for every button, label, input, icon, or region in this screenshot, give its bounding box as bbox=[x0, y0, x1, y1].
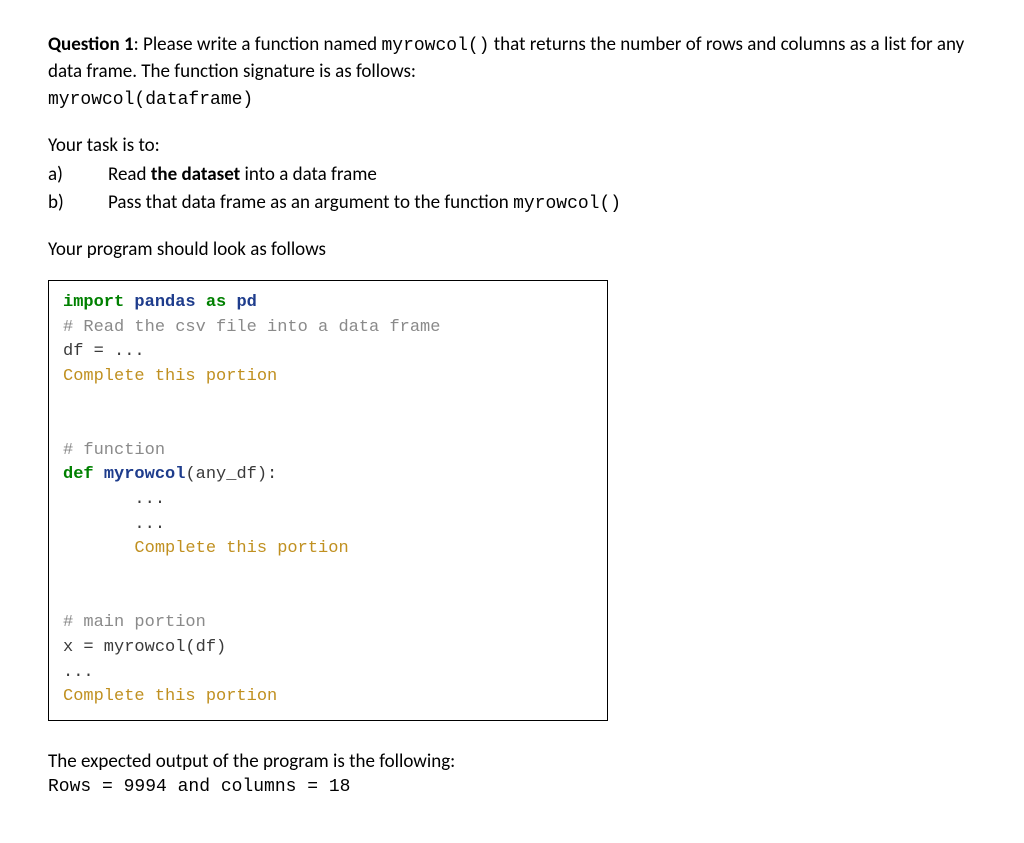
task-section: Your task is to: a) Read the dataset int… bbox=[48, 133, 976, 217]
task-item-a: a) Read the dataset into a data frame bbox=[48, 162, 976, 189]
question-label: Question 1 bbox=[48, 33, 134, 56]
task-item-b: b) Pass that data frame as an argument t… bbox=[48, 190, 976, 217]
task-label-a: a) bbox=[48, 162, 108, 189]
task-heading: Your task is to: bbox=[48, 133, 976, 160]
expected-section: The expected output of the program is th… bbox=[48, 749, 976, 801]
question-intro: Question 1: Please write a function name… bbox=[48, 32, 976, 113]
expected-output: Rows = 9994 and columns = 18 bbox=[48, 775, 976, 800]
question-intro-part1: : Please write a function named bbox=[134, 33, 382, 56]
task-list: a) Read the dataset into a data frame b)… bbox=[48, 162, 976, 218]
follows-line: Your program should look as follows bbox=[48, 237, 976, 264]
expected-intro: The expected output of the program is th… bbox=[48, 749, 976, 776]
question-signature: myrowcol(dataframe) bbox=[48, 90, 253, 110]
code-box: import pandas as pd # Read the csv file … bbox=[48, 280, 608, 721]
task-text-a: Read the dataset into a data frame bbox=[108, 162, 377, 189]
task-text-b: Pass that data frame as an argument to t… bbox=[108, 190, 621, 217]
question-func-name: myrowcol() bbox=[381, 36, 489, 56]
task-label-b: b) bbox=[48, 190, 108, 217]
